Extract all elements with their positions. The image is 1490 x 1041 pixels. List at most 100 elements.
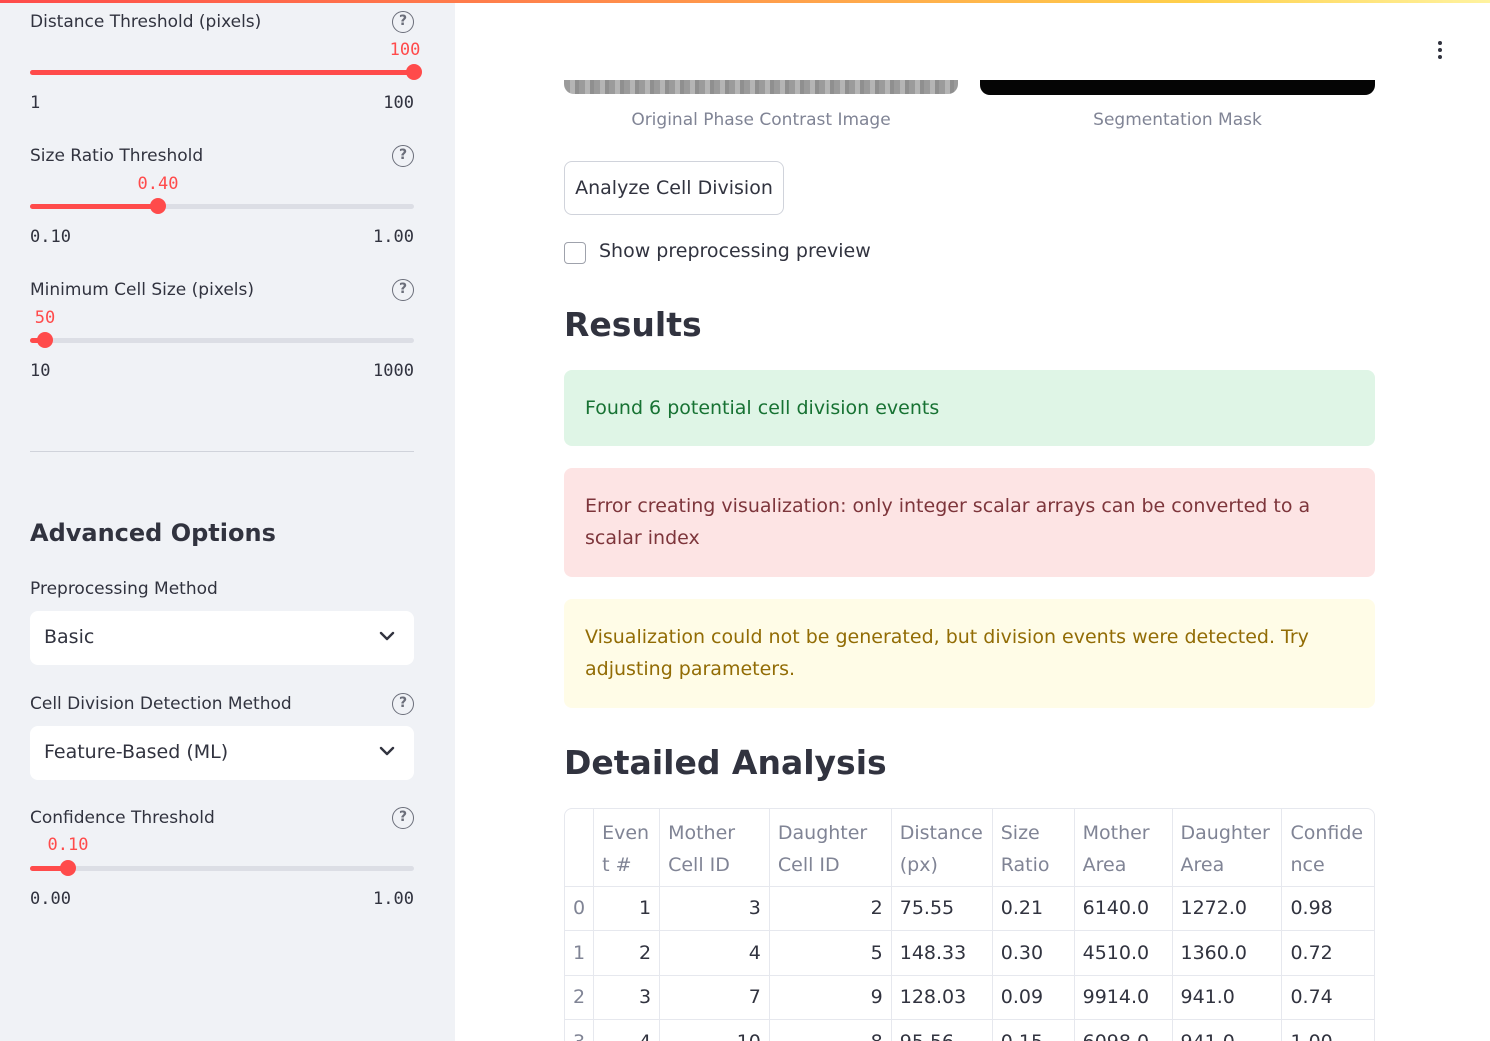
table-cell: 3 <box>593 975 661 1020</box>
preview-checkbox[interactable] <box>564 242 586 264</box>
row-index: 3 <box>565 1019 595 1041</box>
row-index: 0 <box>565 886 595 931</box>
table-row[interactable]: 2 3 7 9 128.03 0.09 9914.0 941.0 0.74 <box>565 975 1374 1020</box>
table-cell: 3 <box>659 886 770 931</box>
preview-checkbox-label[interactable]: Show preprocessing preview <box>599 240 871 262</box>
table-cell: 128.03 <box>891 975 993 1020</box>
table-cell: 8 <box>769 1019 892 1041</box>
row-index: 1 <box>565 930 595 976</box>
analyze-cell-division-button[interactable]: Analyze Cell Division <box>564 161 784 215</box>
top-decoration-bar <box>0 0 1490 3</box>
slider-thumb[interactable] <box>60 860 76 876</box>
slider-fill <box>30 204 158 209</box>
slider-thumb[interactable] <box>37 332 53 348</box>
mask-image-caption: Segmentation Mask <box>1093 110 1262 130</box>
table-cell: 6140.0 <box>1074 886 1173 931</box>
original-image-caption: Original Phase Contrast Image <box>631 110 891 130</box>
help-icon[interactable]: ? <box>392 279 414 301</box>
slider-track[interactable] <box>30 198 414 214</box>
column-header[interactable]: Mother Area <box>1074 809 1173 887</box>
preprocessing-selected-value: Basic <box>44 626 95 648</box>
table-cell: 95.56 <box>891 1019 993 1041</box>
table-row[interactable]: 3 4 10 8 95.56 0.15 6098.0 941.0 1.00 <box>565 1019 1374 1041</box>
table-cell: 10 <box>659 1019 770 1041</box>
table-cell: 0.30 <box>992 930 1075 976</box>
preprocessing-method-label: Preprocessing Method <box>30 579 218 599</box>
table-cell: 7 <box>659 975 770 1020</box>
table-cell: 0.21 <box>992 886 1075 931</box>
column-header[interactable]: Daughter Cell ID <box>769 809 892 887</box>
table-cell: 0.98 <box>1281 886 1374 931</box>
help-icon[interactable]: ? <box>392 693 414 715</box>
detailed-analysis-heading: Detailed Analysis <box>564 743 887 782</box>
column-header[interactable]: Confide nce <box>1281 809 1374 887</box>
slider-current-value: 100 <box>389 40 421 60</box>
success-alert: Found 6 potential cell division events <box>564 370 1375 446</box>
detection-method-label: Cell Division Detection Method <box>30 694 292 714</box>
analysis-table[interactable]: Even t # Mother Cell ID Daughter Cell ID… <box>564 808 1375 1041</box>
column-header[interactable]: Daughter Area <box>1172 809 1283 887</box>
slider-thumb[interactable] <box>406 64 422 80</box>
sidebar: Distance Threshold (pixels) ? 100 1 100 … <box>0 0 455 1041</box>
sidebar-divider <box>30 451 414 452</box>
table-cell: 2 <box>593 930 661 976</box>
column-header[interactable]: Size Ratio <box>992 809 1075 887</box>
slider-max-label: 1.00 <box>373 227 414 247</box>
slider-track[interactable] <box>30 860 414 876</box>
original-image <box>564 80 958 94</box>
chevron-down-icon <box>379 631 395 641</box>
help-icon[interactable]: ? <box>392 145 414 167</box>
table-cell: 0.74 <box>1281 975 1374 1020</box>
confidence-threshold-label: Confidence Threshold <box>30 808 215 828</box>
size-ratio-threshold-label: Size Ratio Threshold <box>30 146 204 166</box>
warning-alert: Visualization could not be generated, bu… <box>564 599 1375 708</box>
slider-min-label: 0.10 <box>30 227 71 247</box>
detection-method-select[interactable]: Feature-Based (ML) <box>30 726 414 780</box>
column-header[interactable]: Distance (px) <box>891 809 993 887</box>
advanced-options-heading: Advanced Options <box>30 519 276 547</box>
slider-current-value: 0.10 <box>47 835 89 855</box>
preprocessing-method-select[interactable]: Basic <box>30 611 414 665</box>
results-heading: Results <box>564 305 702 344</box>
slider-current-value: 0.40 <box>137 174 179 194</box>
slider-max-label: 1000 <box>373 361 414 381</box>
table-cell: 4 <box>659 930 770 976</box>
help-icon[interactable]: ? <box>392 807 414 829</box>
table-cell: 9 <box>769 975 892 1020</box>
table-cell: 1 <box>593 886 661 931</box>
table-cell: 6098.0 <box>1074 1019 1173 1041</box>
distance-threshold-label: Distance Threshold (pixels) <box>30 12 262 32</box>
table-cell: 941.0 <box>1172 1019 1283 1041</box>
column-header[interactable]: Mother Cell ID <box>659 809 770 887</box>
table-header-row: Even t # Mother Cell ID Daughter Cell ID… <box>565 809 1374 887</box>
slider-max-label: 100 <box>383 93 414 113</box>
table-row[interactable]: 1 2 4 5 148.33 0.30 4510.0 1360.0 0.72 <box>565 930 1374 976</box>
main-menu-icon[interactable] <box>1430 38 1450 62</box>
segmentation-mask-image <box>980 80 1375 95</box>
row-index: 2 <box>565 975 595 1020</box>
column-header[interactable] <box>565 809 595 887</box>
table-cell: 1272.0 <box>1172 886 1283 931</box>
slider-min-label: 1 <box>30 93 41 113</box>
help-icon[interactable]: ? <box>392 11 414 33</box>
table-cell: 4 <box>593 1019 661 1041</box>
slider-thumb[interactable] <box>150 198 166 214</box>
slider-current-value: 50 <box>34 308 56 328</box>
table-cell: 9914.0 <box>1074 975 1173 1020</box>
data-table: Even t # Mother Cell ID Daughter Cell ID… <box>565 809 1374 1041</box>
column-header[interactable]: Even t # <box>593 809 661 887</box>
slider-min-label: 10 <box>30 361 51 381</box>
detection-selected-value: Feature-Based (ML) <box>44 741 229 763</box>
table-cell: 0.09 <box>992 975 1075 1020</box>
slider-fill <box>30 70 414 75</box>
slider-min-label: 0.00 <box>30 889 71 909</box>
table-cell: 5 <box>769 930 892 976</box>
slider-max-label: 1.00 <box>373 889 414 909</box>
table-cell: 1.00 <box>1281 1019 1374 1041</box>
slider-track[interactable] <box>30 64 422 80</box>
table-cell: 941.0 <box>1172 975 1283 1020</box>
table-cell: 4510.0 <box>1074 930 1173 976</box>
table-cell: 0.72 <box>1281 930 1374 976</box>
table-row[interactable]: 0 1 3 2 75.55 0.21 6140.0 1272.0 0.98 <box>565 886 1374 931</box>
slider-track[interactable] <box>30 332 414 348</box>
